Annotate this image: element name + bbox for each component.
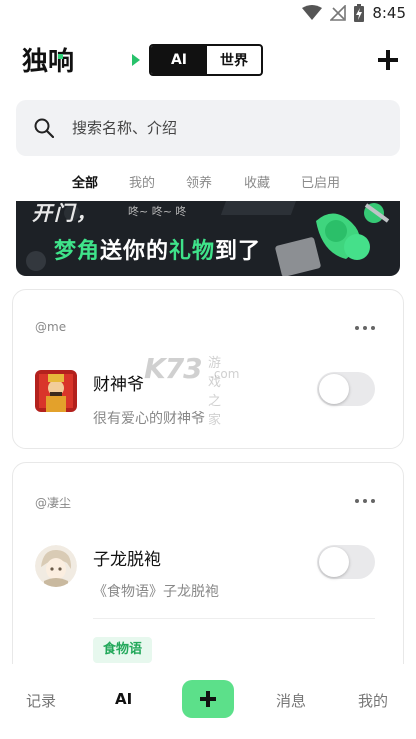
bot-description: 很有爱心的财神爷: [93, 411, 205, 427]
battery-charging-icon: [354, 4, 365, 22]
card-author: @凄尘: [35, 496, 72, 510]
svg-text:独响: 独响: [22, 46, 74, 76]
status-time: 8:45: [372, 4, 406, 22]
app-logo: 独响: [22, 46, 74, 76]
filter-tabs: 全部 我的 领养 收藏 已启用: [0, 172, 416, 194]
mode-ai-button[interactable]: AI: [151, 46, 207, 74]
search-icon: [34, 118, 54, 138]
nav-ai[interactable]: AI: [115, 690, 132, 708]
more-icon[interactable]: [355, 326, 375, 330]
promo-banner[interactable]: 开门， 咚~ 咚~ 咚 梦角送你的礼物到了: [16, 201, 400, 276]
avatar: [35, 370, 77, 412]
tab-favorites[interactable]: 收藏: [244, 172, 270, 191]
watermark-logo: K73: [144, 352, 203, 385]
bot-name: 子龙脱袍: [93, 550, 161, 570]
tab-all[interactable]: 全部: [72, 172, 98, 191]
divider: [93, 618, 375, 619]
play-arrow-icon: [132, 54, 140, 66]
create-button[interactable]: [182, 680, 234, 718]
tab-mine[interactable]: 我的: [129, 172, 155, 191]
bot-description: 《食物语》子龙脱袍: [93, 584, 219, 600]
watermark: K73 游戏之家 .com: [144, 352, 239, 428]
avatar: [35, 545, 77, 587]
banner-part-1: 梦角: [54, 239, 101, 264]
banner-top-text: 开门，: [32, 201, 98, 225]
enable-toggle[interactable]: [317, 545, 375, 579]
tab-enabled[interactable]: 已启用: [301, 172, 340, 191]
add-icon[interactable]: [378, 50, 398, 70]
banner-part-2: 送你的: [100, 239, 170, 264]
no-signal-icon: [330, 5, 347, 21]
bottom-nav: 记录 AI 消息 我的: [0, 664, 416, 739]
watermark-text: 游戏之家: [208, 356, 222, 428]
nav-messages[interactable]: 消息: [276, 690, 306, 711]
wifi-icon: [302, 5, 323, 20]
more-icon[interactable]: [355, 499, 375, 503]
card-author: @me: [35, 320, 67, 334]
tab-adopt[interactable]: 领养: [186, 172, 212, 191]
mode-toggle: AI 世界: [149, 44, 263, 76]
search-input[interactable]: [72, 100, 382, 156]
category-tag[interactable]: 食物语: [93, 637, 153, 663]
enable-toggle[interactable]: [317, 372, 375, 406]
watermark-domain: .com: [210, 367, 240, 381]
status-bar: 8:45: [0, 0, 416, 30]
header: 独响 AI 世界: [0, 40, 416, 82]
banner-part-3: 礼物: [169, 239, 216, 264]
banner-knock-text: 咚~ 咚~ 咚: [128, 205, 187, 218]
bot-card[interactable]: @凄尘 子龙脱袍 《食物语》子龙脱袍 食物语: [12, 462, 404, 682]
bot-name: 财神爷: [93, 375, 144, 395]
nav-records[interactable]: 记录: [26, 690, 56, 711]
nav-mine[interactable]: 我的: [358, 690, 388, 711]
status-icons: 8:45: [302, 4, 406, 22]
search-bar: [16, 100, 400, 156]
mode-world-button[interactable]: 世界: [207, 46, 261, 74]
banner-headline: 梦角送你的礼物到了: [54, 233, 261, 265]
banner-part-4: 到了: [215, 239, 262, 264]
